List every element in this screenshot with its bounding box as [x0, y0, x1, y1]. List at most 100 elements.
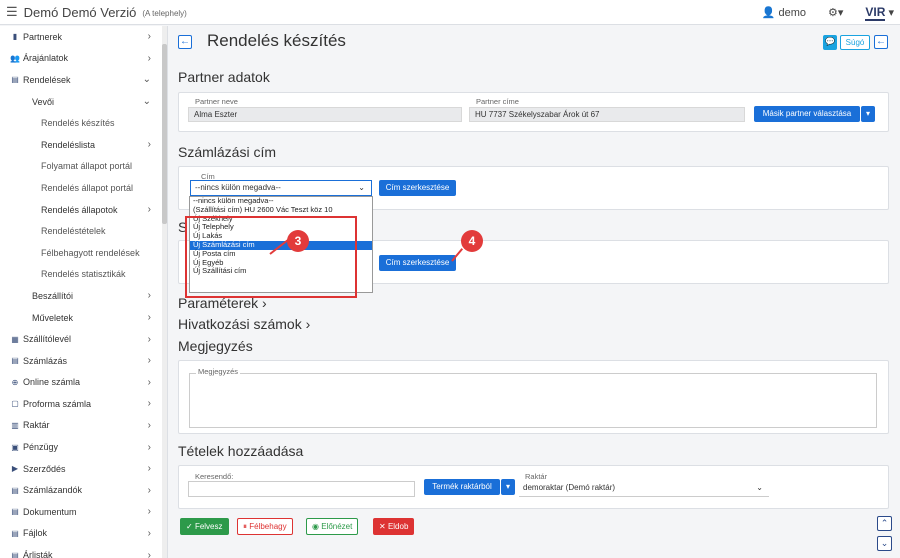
user-name: demo [778, 6, 807, 19]
sidebar-item-9[interactable]: Rendeléstételek [0, 220, 167, 242]
sidebar-item-14[interactable]: ▦ Szállítólevél › [0, 328, 167, 350]
sidebar-scrollbar[interactable] [162, 26, 167, 558]
sidebar-item-3[interactable]: Vevői ⌄ [0, 91, 167, 113]
partner-section-title: Partner adatok [178, 69, 270, 85]
sidebar: ▮ Partnerek › 👥 Árajánlatok › ▤ Rendelések ⌄ Vevő… [0, 26, 168, 558]
invoice-icon: ▤ [11, 356, 19, 366]
sidebar-item-label: Folyamat állapot portál [41, 161, 133, 172]
sidebar-item-label: Műveletek [32, 312, 74, 323]
notes-label: Megjegyzés [196, 367, 241, 376]
sidebar-item-label: Rendelés állapotok [41, 204, 118, 215]
abandon-button[interactable]: ⏸ Félbehagy [237, 518, 293, 535]
sidebar-item-13[interactable]: Műveletek › [0, 307, 167, 329]
notes-textarea[interactable] [189, 373, 877, 428]
page-title: Rendelés készítés [207, 31, 346, 50]
partner-address-label: Partner címe [476, 97, 519, 106]
doc-icon: ▢ [11, 399, 19, 409]
partner-name-label: Partner neve [195, 97, 238, 106]
warehouse-value: demoraktar (Demó raktár) [523, 483, 616, 492]
sidebar-item-12[interactable]: Beszállítói › [0, 285, 167, 307]
chevron-icon: › [147, 333, 151, 345]
help-button[interactable]: Súgó [840, 35, 870, 50]
building-icon: ▮ [12, 32, 18, 42]
sidebar-item-5[interactable]: Rendeléslista › [0, 134, 167, 156]
sidebar-item-label: Raktár [23, 420, 50, 431]
sidebar-item-16[interactable]: ⊕ Online számla › [0, 372, 167, 394]
sidebar-item-7[interactable]: Rendelés állapot portál [0, 177, 167, 199]
sidebar-item-21[interactable]: ▤ Számlázandók › [0, 479, 167, 501]
sidebar-item-label: Rendelések [23, 74, 71, 85]
sidebar-item-label: Pénzügy [23, 442, 59, 453]
chevron-icon: › [147, 312, 151, 324]
contract-icon: ▶ [11, 464, 19, 474]
chevron-icon: › [147, 139, 151, 151]
sidebar-item-8[interactable]: Rendelés állapotok › [0, 199, 167, 221]
billing-edit-button[interactable]: Cím szerkesztése [379, 180, 456, 196]
partner-card: Partner neve Alma Eszter Partner címe HU… [178, 92, 889, 132]
warehouse-select[interactable]: demoraktar (Demó raktár) ⌄ [519, 481, 769, 497]
notes-section-title: Megjegyzés [178, 338, 253, 354]
scroll-up-button[interactable]: ⌃ [877, 516, 892, 531]
chevron-icon: ⌄ [142, 96, 151, 108]
product-dropdown-toggle[interactable]: ▾ [501, 479, 515, 495]
sidebar-item-label: Szállítólevél [23, 334, 72, 345]
globe-icon: ⊕ [11, 377, 19, 387]
warehouse-label: Raktár [525, 472, 548, 481]
truck-icon: ▦ [11, 334, 19, 344]
sidebar-item-label: Rendelés készítés [41, 118, 115, 129]
choose-partner-button[interactable]: Másik partner választása [754, 106, 860, 122]
sidebar-item-label: Vevői [32, 96, 55, 107]
sidebar-item-20[interactable]: ▶ Szerződés › [0, 458, 167, 480]
partner-address-field: HU 7737 Székelyszabar Árok út 67 [469, 107, 745, 122]
sidebar-item-1[interactable]: 👥 Árajánlatok › [0, 48, 167, 70]
sidebar-item-2[interactable]: ▤ Rendelések ⌄ [0, 69, 167, 91]
annotation-badge-4: 4 [461, 230, 483, 252]
app-subtitle: (A telephely) [142, 8, 187, 18]
chevron-icon: › [147, 31, 151, 43]
sidebar-item-19[interactable]: ▣ Pénzügy › [0, 436, 167, 458]
scroll-down-button[interactable]: ⌄ [877, 536, 892, 551]
partner-dropdown-toggle[interactable]: ▾ [861, 106, 875, 122]
product-from-warehouse-button[interactable]: Termék raktárból [424, 479, 500, 495]
sidebar-item-label: Szerződés [23, 463, 66, 474]
user-menu[interactable]: 👤 demo [762, 6, 806, 19]
preview-button[interactable]: ◉ Előnézet [306, 518, 359, 535]
chevron-icon: › [147, 419, 151, 431]
back-button-right[interactable]: ← [874, 35, 888, 49]
chevron-icon: › [147, 484, 151, 496]
refs-title[interactable]: Hivatkozási számok › [178, 316, 310, 332]
sidebar-item-11[interactable]: Rendelés statisztikák [0, 264, 167, 286]
chevron-icon: › [147, 52, 151, 64]
preview-label: Előnézet [321, 522, 353, 531]
settings-icon[interactable]: ⚙▾ [828, 6, 843, 19]
sidebar-item-6[interactable]: Folyamat állapot portál [0, 156, 167, 178]
sidebar-item-10[interactable]: Félbehagyott rendelések [0, 242, 167, 264]
sidebar-item-15[interactable]: ▤ Számlázás › [0, 350, 167, 372]
discard-button[interactable]: ✕ Eldob [373, 518, 415, 535]
sidebar-item-24[interactable]: ▤ Árlisták › [0, 544, 167, 558]
sidebar-item-23[interactable]: ▤ Fájlok › [0, 523, 167, 545]
sidebar-item-0[interactable]: ▮ Partnerek › [0, 26, 167, 48]
logo[interactable]: VIR ▾ [865, 4, 894, 21]
sidebar-item-label: Számlázás [23, 355, 68, 366]
sidebar-item-22[interactable]: ▤ Dokumentum › [0, 501, 167, 523]
sidebar-item-17[interactable]: ▢ Proforma számla › [0, 393, 167, 415]
items-card: Keresendő: Termék raktárból ▾ Raktár dem… [178, 465, 889, 509]
menu-icon[interactable]: ☰ [6, 4, 18, 20]
billing-address-select[interactable]: --nincs külön megadva-- ⌄ [190, 180, 372, 196]
sidebar-item-label: Partnerek [23, 31, 63, 42]
money-icon: ▣ [11, 442, 19, 452]
sidebar-item-18[interactable]: ▥ Raktár › [0, 415, 167, 437]
chat-icon[interactable]: 💬 [823, 35, 837, 50]
sidebar-item-label: Rendeléstételek [41, 226, 106, 237]
back-button[interactable]: ← [178, 35, 192, 49]
sidebar-item-label: Rendelés állapot portál [41, 182, 134, 193]
sidebar-item-4[interactable]: Rendelés készítés [0, 112, 167, 134]
items-section-title: Tételek hozzáadása [178, 443, 304, 459]
shipping-edit-button[interactable]: Cím szerkesztése [379, 255, 456, 271]
product-search-input[interactable] [188, 481, 415, 497]
chevron-icon: › [147, 398, 151, 410]
save-button[interactable]: ✓ Felvesz [180, 518, 229, 535]
folder-icon: ▤ [11, 528, 19, 538]
chevron-icon: › [147, 441, 151, 453]
